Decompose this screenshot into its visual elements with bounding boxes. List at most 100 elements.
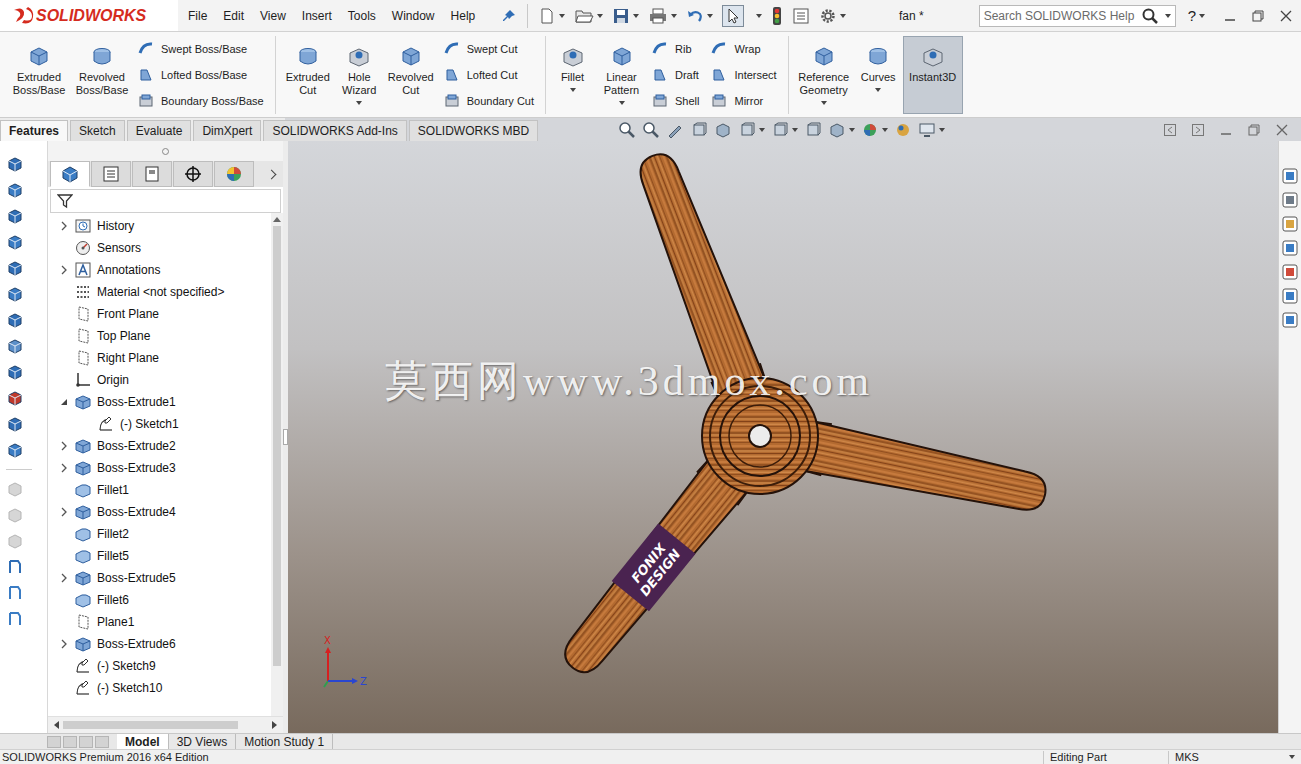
expander[interactable] [56, 265, 72, 275]
task-pane-icon[interactable] [1281, 263, 1299, 281]
expander[interactable] [56, 573, 72, 583]
panel-tab[interactable] [132, 161, 172, 187]
bottom-tab[interactable]: 3D Views [169, 734, 236, 749]
tree-item[interactable]: Boss-Extrude1 [48, 391, 271, 413]
options-button[interactable] [819, 7, 846, 25]
ribbon-button[interactable]: Hole Wizard [338, 36, 381, 114]
vertical-scrollbar[interactable] [271, 213, 283, 716]
file-properties-button[interactable] [792, 7, 810, 25]
graphics-area[interactable]: FONIXDESIGNXZ莫西网www.3dmox.com [288, 141, 1278, 733]
panel-handle[interactable] [48, 141, 283, 161]
ribbon-small-button[interactable]: Swept Cut [443, 37, 534, 61]
tree-item[interactable]: Top Plane [48, 325, 271, 347]
expander[interactable] [56, 398, 72, 406]
tool-icon[interactable] [6, 259, 24, 277]
ribbon-button[interactable]: Revolved Cut [384, 36, 438, 114]
tree-item[interactable]: Material <not specified> [48, 281, 271, 303]
view-tool-button[interactable] [714, 121, 732, 139]
panel-tab[interactable] [173, 161, 213, 187]
task-pane-icon[interactable] [1281, 215, 1299, 233]
menu-item[interactable]: Insert [294, 9, 340, 23]
logo[interactable]: SOLIDWORKS [0, 0, 178, 31]
search-field[interactable]: Search SOLIDWORKS Help [979, 5, 1176, 27]
task-pane-icon[interactable] [1281, 311, 1299, 329]
bottom-tab[interactable]: Motion Study 1 [236, 734, 333, 749]
expander[interactable] [56, 221, 72, 231]
tab-scroll-button[interactable] [79, 736, 93, 748]
ribbon-button[interactable]: Fillet [551, 36, 594, 114]
ribbon-button[interactable]: Revolved Boss/Base [72, 36, 132, 114]
view-tool-button[interactable] [861, 121, 888, 139]
task-pane-icon[interactable] [1281, 287, 1299, 305]
print-button[interactable] [648, 7, 677, 25]
panel-tab[interactable] [214, 161, 254, 187]
rebuild-button[interactable] [771, 6, 783, 26]
tool-icon[interactable] [6, 207, 24, 225]
tab-scroll-button[interactable] [95, 736, 109, 748]
tree-item[interactable]: Boss-Extrude4 [48, 501, 271, 523]
bottom-tab[interactable]: Model [117, 734, 169, 749]
tree-item[interactable]: Boss-Extrude5 [48, 567, 271, 589]
tree-item[interactable]: Plane1 [48, 611, 271, 633]
dropdown-caret[interactable] [756, 14, 762, 18]
close-icon[interactable] [1279, 9, 1293, 23]
tool-icon[interactable] [6, 311, 24, 329]
ribbon-small-button[interactable]: Draft [651, 63, 699, 87]
minimize-icon[interactable] [1219, 123, 1233, 137]
ribbon-small-button[interactable]: Lofted Cut [443, 63, 534, 87]
menu-item[interactable]: Window [384, 9, 443, 23]
tool-icon[interactable] [6, 363, 24, 381]
ribbon-small-button[interactable]: Lofted Boss/Base [137, 63, 264, 87]
command-tab[interactable]: Evaluate [127, 120, 192, 141]
tree-item[interactable]: Fillet6 [48, 589, 271, 611]
tab-scroll-button[interactable] [47, 736, 61, 748]
expander[interactable] [56, 441, 72, 451]
command-tab[interactable]: SOLIDWORKS Add-Ins [263, 120, 406, 141]
view-tool-button[interactable] [666, 121, 684, 139]
scroll-thumb[interactable] [273, 226, 281, 666]
next-pane-icon[interactable] [1191, 123, 1205, 137]
restore-icon[interactable] [1251, 9, 1265, 23]
menu-item[interactable]: Edit [215, 9, 252, 23]
scroll-thumb[interactable] [63, 721, 238, 729]
view-tool-button[interactable] [771, 121, 798, 139]
tool-icon[interactable] [6, 558, 24, 576]
command-tab[interactable]: Sketch [70, 120, 125, 141]
tool-icon[interactable] [6, 155, 24, 173]
ribbon-button[interactable]: Extruded Boss/Base [9, 36, 69, 114]
tree-item[interactable]: Boss-Extrude2 [48, 435, 271, 457]
ribbon-button[interactable]: Extruded Cut [281, 36, 335, 114]
expander[interactable] [56, 463, 72, 473]
tool-icon[interactable] [6, 610, 24, 628]
scroll-up-arrow[interactable] [273, 217, 281, 222]
view-tool-button[interactable] [690, 121, 708, 139]
tree-item[interactable]: Origin [48, 369, 271, 391]
tree-item[interactable]: (-) Sketch1 [48, 413, 271, 435]
task-pane-icon[interactable] [1281, 239, 1299, 257]
ribbon-small-button[interactable]: Mirror [710, 89, 776, 113]
panel-tab[interactable] [91, 161, 131, 187]
pin-icon[interactable] [501, 8, 517, 24]
ribbon-button[interactable]: Curves [857, 36, 900, 114]
menu-item[interactable]: Tools [340, 9, 384, 23]
tree-item[interactable]: Fillet2 [48, 523, 271, 545]
horizontal-scrollbar[interactable] [48, 716, 283, 733]
previous-pane-icon[interactable] [1163, 123, 1177, 137]
tab-scroll-button[interactable] [63, 736, 77, 748]
save-button[interactable] [612, 7, 639, 25]
minimize-icon[interactable] [1223, 9, 1237, 23]
fan-blade[interactable] [804, 421, 1051, 521]
expander[interactable] [56, 639, 72, 649]
command-tab[interactable]: Features [0, 120, 68, 141]
tool-icon[interactable] [6, 584, 24, 602]
tree-item[interactable]: Boss-Extrude6 [48, 633, 271, 655]
tool-icon[interactable] [6, 441, 24, 459]
ribbon-small-button[interactable]: Shell [651, 89, 699, 113]
expander[interactable] [56, 507, 72, 517]
tool-icon[interactable] [6, 181, 24, 199]
open-button[interactable] [574, 7, 603, 25]
more-tabs-chevron[interactable] [267, 169, 277, 179]
menu-item[interactable]: File [180, 9, 215, 23]
view-tool-button[interactable] [738, 121, 765, 139]
tree-item[interactable]: Right Plane [48, 347, 271, 369]
